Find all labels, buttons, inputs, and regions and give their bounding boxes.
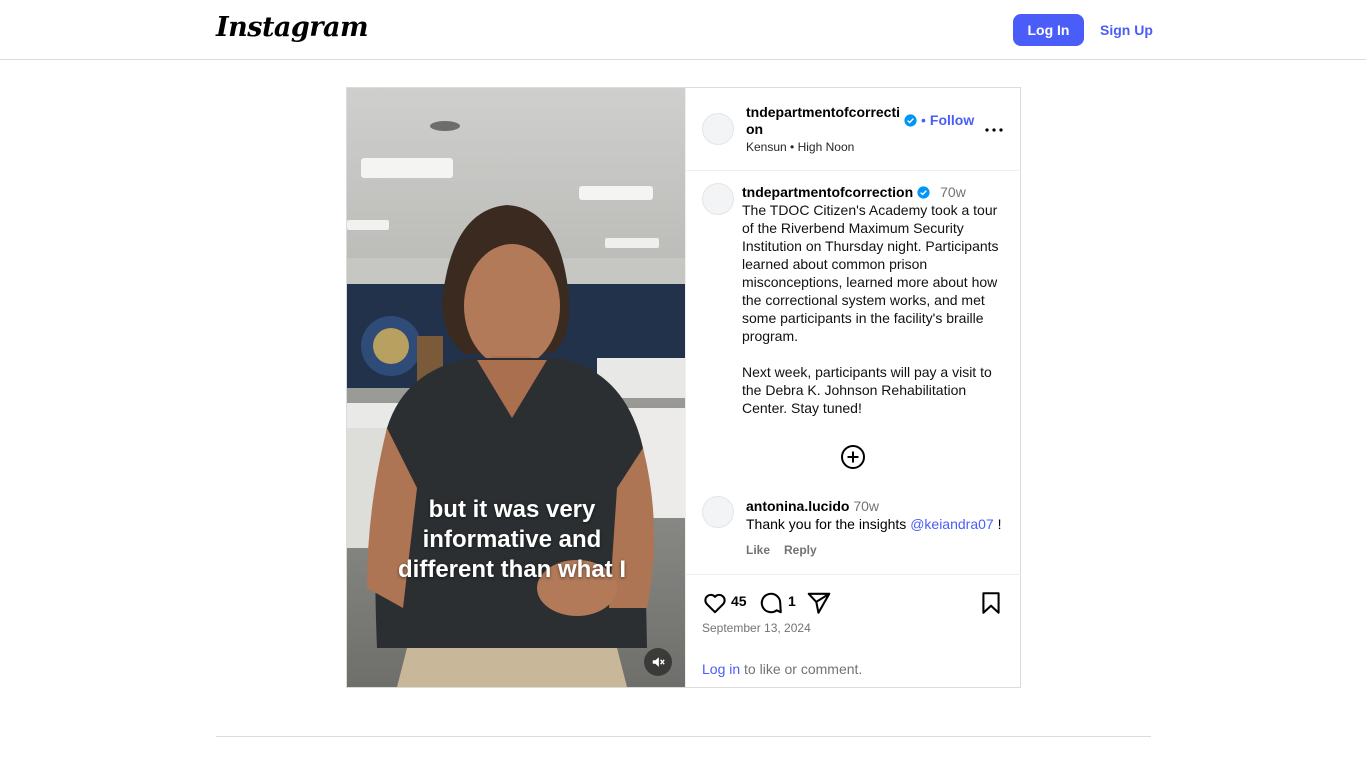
- audio-separator: •: [790, 140, 795, 154]
- comment-username[interactable]: antonina.lucido: [746, 498, 849, 514]
- audio-title: High Noon: [797, 140, 855, 154]
- share-button[interactable]: [806, 590, 832, 616]
- login-prompt: Log in to like or comment.: [702, 661, 862, 677]
- comment: antonina.lucido 70w Thank you for the in…: [746, 497, 1011, 559]
- video-subtitle-line: but it was very: [428, 496, 596, 523]
- comment-bubble-icon: [760, 592, 782, 614]
- comment-trail: !: [993, 516, 1002, 532]
- like-button[interactable]: [702, 590, 728, 616]
- post-details-panel: tndepartmentofcorrecti on • Follow Kensu…: [685, 88, 1021, 687]
- audio-info[interactable]: Kensun • High Noon: [746, 140, 854, 154]
- top-navigation-bar: Instagram Log In Sign Up: [0, 0, 1366, 60]
- login-prompt-link[interactable]: Log in: [702, 661, 740, 677]
- post-date[interactable]: September 13, 2024: [702, 621, 811, 635]
- verified-follow-group: • Follow: [904, 112, 974, 128]
- comment-body: Thank you for the insights: [746, 516, 911, 532]
- caption-header: tndepartmentofcorrection 70w: [742, 183, 966, 201]
- follow-button[interactable]: Follow: [930, 112, 974, 128]
- login-button[interactable]: Log In: [1013, 14, 1084, 46]
- caption-time[interactable]: 70w: [940, 184, 966, 200]
- comment-mention-link[interactable]: @keiandra07: [910, 516, 994, 532]
- video-frame: [347, 88, 685, 687]
- instagram-logo[interactable]: Instagram: [216, 12, 369, 43]
- more-horizontal-icon: [985, 128, 1003, 132]
- caption-username[interactable]: tndepartmentofcorrection: [742, 184, 913, 200]
- comment-avatar[interactable]: [702, 496, 734, 528]
- comment-actions: Like Reply: [746, 541, 1011, 559]
- verified-badge-icon: [904, 113, 917, 127]
- comment-button[interactable]: [758, 590, 784, 616]
- video-subtitle: but it was very informative and differen…: [347, 495, 677, 585]
- signup-link[interactable]: Sign Up: [1100, 14, 1153, 46]
- post-actions: 45 1 September 13, 2024 Log in to like o…: [686, 574, 1021, 687]
- post-card: but it was very informative and differen…: [346, 87, 1021, 688]
- follow-separator: •: [921, 112, 926, 128]
- login-prompt-text: to like or comment.: [740, 661, 863, 677]
- paper-plane-icon: [807, 592, 831, 614]
- video-subtitle-line: informative and: [422, 526, 602, 553]
- muted-speaker-icon: [652, 657, 665, 667]
- caption-text: The TDOC Citizen's Academy took a tour o…: [742, 201, 1004, 417]
- comment-text: Thank you for the insights @keiandra07 !: [746, 515, 1011, 533]
- video-subtitle-line: different than what I: [398, 556, 626, 583]
- comments-count[interactable]: 1: [788, 593, 796, 609]
- audio-artist: Kensun: [746, 140, 787, 154]
- post-video[interactable]: but it was very informative and differen…: [347, 88, 685, 687]
- post-header: tndepartmentofcorrecti on • Follow Kensu…: [686, 88, 1021, 171]
- load-more-comments-button[interactable]: [840, 444, 866, 470]
- heart-icon: [704, 593, 726, 614]
- mute-button[interactable]: [644, 648, 672, 676]
- author-username-line2[interactable]: on: [746, 121, 906, 138]
- save-button[interactable]: [978, 590, 1004, 616]
- comment-like-button[interactable]: Like: [746, 541, 770, 559]
- bookmark-icon: [982, 592, 1000, 614]
- plus-circle-icon: [841, 445, 865, 469]
- comment-time[interactable]: 70w: [853, 498, 879, 514]
- comment-reply-button[interactable]: Reply: [784, 541, 817, 559]
- avatar[interactable]: [702, 113, 734, 145]
- likes-count[interactable]: 45: [731, 593, 747, 609]
- caption-avatar[interactable]: [702, 183, 734, 215]
- author-username-line1[interactable]: tndepartmentofcorrecti: [746, 104, 906, 121]
- more-options-button[interactable]: [982, 118, 1006, 142]
- post-author: tndepartmentofcorrecti on: [746, 104, 906, 138]
- verified-badge-icon: [917, 185, 930, 199]
- caption-paragraph: The TDOC Citizen's Academy took a tour o…: [742, 202, 999, 344]
- comment-header: antonina.lucido 70w: [746, 497, 1011, 515]
- caption-paragraph: Next week, participants will pay a visit…: [742, 364, 992, 416]
- footer-divider: [216, 736, 1151, 737]
